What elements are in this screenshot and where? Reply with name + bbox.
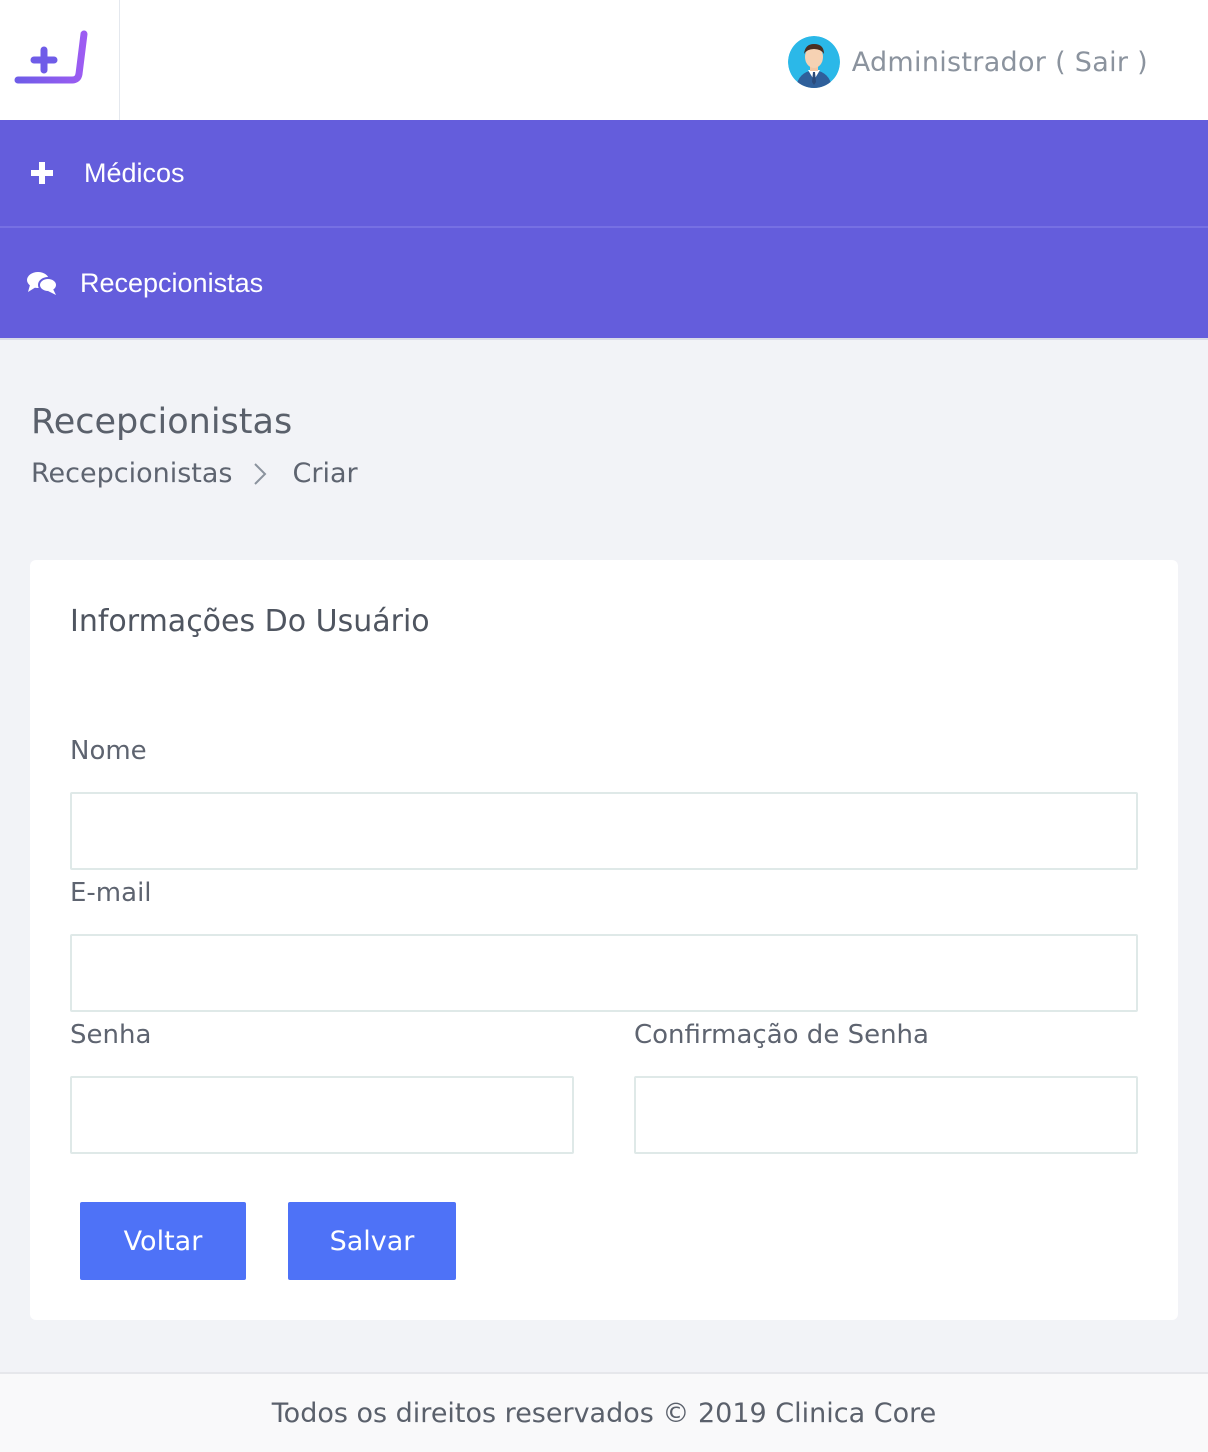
chat-bubbles-icon xyxy=(22,270,62,296)
main-nav: Médicos Recepcionistas xyxy=(0,120,1208,340)
confirmacao-senha-input[interactable] xyxy=(634,1076,1138,1154)
copyright-text: Todos os direitos reservados © 2019 Clin… xyxy=(271,1397,937,1429)
nav-item-label: Recepcionistas xyxy=(80,267,264,298)
logo[interactable] xyxy=(0,0,120,120)
user-name-logout[interactable]: Administrador ( Sair ) xyxy=(852,47,1148,78)
breadcrumb: Recepcionistas Criar xyxy=(31,458,358,489)
user-info-card: Informações Do Usuário Nome E-mail Senha… xyxy=(30,560,1178,1320)
breadcrumb-item-recepcionistas[interactable]: Recepcionistas xyxy=(31,458,233,489)
card-title: Informações Do Usuário xyxy=(70,604,430,639)
nav-item-recepcionistas[interactable]: Recepcionistas xyxy=(0,228,1208,340)
page-title: Recepcionistas xyxy=(31,402,293,442)
nome-input[interactable] xyxy=(70,792,1138,870)
email-label: E-mail xyxy=(70,878,152,908)
breadcrumb-item-criar: Criar xyxy=(292,458,358,489)
confirmacao-senha-label: Confirmação de Senha xyxy=(634,1020,929,1050)
nome-label: Nome xyxy=(70,736,147,766)
email-input[interactable] xyxy=(70,934,1138,1012)
save-button[interactable]: Salvar xyxy=(288,1202,456,1280)
plus-icon xyxy=(22,160,62,186)
plus-j-logo-icon xyxy=(14,30,90,84)
back-button[interactable]: Voltar xyxy=(80,1202,246,1280)
businessman-avatar-icon xyxy=(787,36,840,88)
footer: Todos os direitos reservados © 2019 Clin… xyxy=(0,1372,1208,1452)
chevron-right-icon xyxy=(253,462,267,486)
top-bar: Administrador ( Sair ) xyxy=(0,0,1208,120)
senha-label: Senha xyxy=(70,1020,152,1050)
senha-input[interactable] xyxy=(70,1076,574,1154)
nav-item-label: Médicos xyxy=(84,157,185,188)
nav-item-medicos[interactable]: Médicos xyxy=(0,120,1208,228)
user-menu[interactable]: Administrador ( Sair ) xyxy=(787,34,1148,90)
